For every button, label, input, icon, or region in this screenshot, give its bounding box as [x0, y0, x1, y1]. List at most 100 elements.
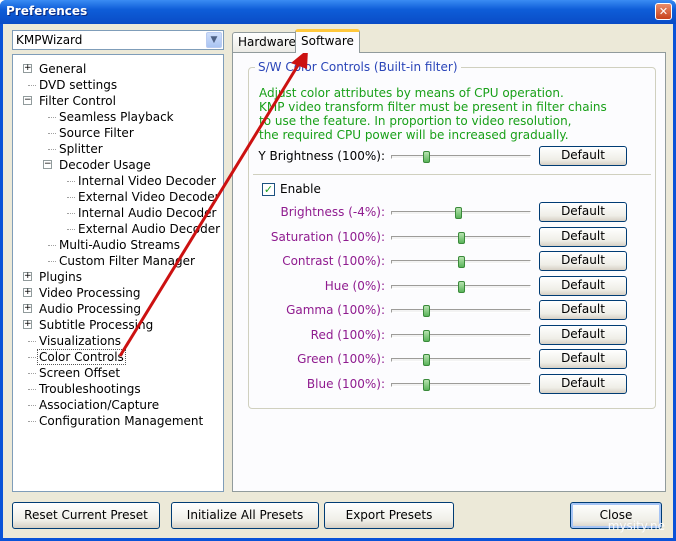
- y-brightness-slider-thumb[interactable]: [423, 151, 430, 163]
- tree-item[interactable]: Internal Video Decoder: [77, 174, 217, 188]
- color-slider-thumb[interactable]: [423, 329, 430, 342]
- tree-item[interactable]: Plugins: [38, 270, 83, 284]
- color-slider-label: Saturation (100%):: [270, 229, 385, 244]
- separator: [253, 174, 651, 175]
- expand-toggle-icon[interactable]: +: [23, 320, 32, 329]
- reset-current-preset-button[interactable]: Reset Current Preset: [12, 502, 160, 529]
- color-slider-label: Contrast (100%):: [282, 254, 385, 268]
- expand-toggle-icon[interactable]: +: [23, 304, 32, 313]
- default-button[interactable]: Default: [539, 324, 627, 345]
- tree-item[interactable]: Subtitle Processing: [38, 318, 154, 332]
- tree-item[interactable]: Screen Offset: [38, 366, 121, 380]
- color-slider-label: Red (100%):: [310, 327, 385, 342]
- color-slider-thumb[interactable]: [458, 231, 465, 244]
- color-slider-thumb[interactable]: [423, 378, 430, 391]
- tree-item[interactable]: General: [38, 62, 87, 76]
- color-slider-thumb[interactable]: [423, 354, 430, 366]
- tree-item[interactable]: Color Controls: [37, 349, 126, 365]
- tree-item[interactable]: Video Processing: [38, 286, 142, 300]
- expand-toggle-icon[interactable]: −: [23, 96, 32, 105]
- tree-connector: [48, 117, 56, 118]
- description-line: KMP video transform filter must be prese…: [259, 100, 607, 114]
- tree-connector: [67, 181, 75, 182]
- tree-item[interactable]: DVD settings: [38, 78, 118, 92]
- description-text: Adjust color attributes by means of CPU …: [259, 86, 607, 142]
- tree-item[interactable]: External Video Decoder: [77, 190, 221, 204]
- tree-item[interactable]: Troubleshootings: [38, 382, 142, 396]
- default-button[interactable]: Default: [539, 251, 627, 271]
- tree-item[interactable]: Custom Filter Manager: [58, 254, 196, 268]
- default-button[interactable]: Default: [539, 202, 627, 222]
- y-brightness-slider[interactable]: [391, 155, 531, 159]
- dialog-client: KMPWizard ▼ + General DVD settings − Filter …: [3, 24, 673, 538]
- tree-item[interactable]: External Audio Decoder: [77, 222, 221, 236]
- color-slider-label: Gamma (100%):: [286, 303, 385, 317]
- tree-item[interactable]: Configuration Management: [38, 414, 204, 428]
- color-slider-label: Green (100%):: [297, 352, 385, 366]
- tree-item[interactable]: Seamless Playback: [58, 110, 175, 124]
- tree-connector: [28, 421, 36, 422]
- tree-item[interactable]: Decoder Usage: [58, 158, 152, 172]
- tree-connector: [48, 149, 56, 150]
- title-bar[interactable]: Preferences ✕: [0, 0, 676, 24]
- color-slider-thumb[interactable]: [455, 207, 463, 219]
- expand-toggle-icon[interactable]: −: [43, 160, 52, 169]
- tab-hardware[interactable]: Hardware: [232, 32, 302, 52]
- default-button[interactable]: Default: [539, 226, 627, 247]
- tree-item[interactable]: Visualizations: [38, 334, 122, 348]
- color-slider[interactable]: [391, 382, 531, 387]
- tree-connector: [28, 373, 36, 374]
- preferences-window: Preferences ✕ KMPWizard ▼ + General DVD se…: [0, 0, 676, 541]
- color-controls-group: S/W Color Controls (Built-in filter) Adj…: [248, 60, 656, 409]
- tree-item[interactable]: Audio Processing: [38, 302, 142, 316]
- tree-item[interactable]: Association/Capture: [38, 398, 160, 412]
- tree-item[interactable]: Source Filter: [58, 126, 135, 140]
- tree-connector: [67, 213, 75, 214]
- settings-tree[interactable]: + General DVD settings − Filter Control Seaml…: [12, 54, 224, 492]
- color-slider-label: Brightness (-4%):: [280, 205, 385, 219]
- expand-toggle-icon[interactable]: +: [23, 64, 32, 73]
- watermark: mysity.ne: [607, 519, 665, 533]
- default-button[interactable]: Default: [539, 349, 627, 369]
- default-button[interactable]: Default: [539, 300, 627, 320]
- close-icon[interactable]: ✕: [655, 3, 672, 20]
- color-slider[interactable]: [391, 309, 531, 313]
- color-slider-label: Blue (100%):: [306, 376, 385, 391]
- tree-connector: [28, 85, 36, 86]
- tree-connector: [28, 341, 36, 342]
- color-slider-label: Hue (0%):: [324, 278, 385, 293]
- export-presets-button[interactable]: Export Presets: [324, 502, 454, 529]
- description-line: Adjust color attributes by means of CPU …: [259, 86, 564, 100]
- enable-checkbox[interactable]: ✓: [262, 183, 275, 196]
- software-tab-panel: S/W Color Controls (Built-in filter) Adj…: [232, 52, 666, 492]
- chevron-down-icon[interactable]: ▼: [206, 32, 222, 48]
- tree-item[interactable]: Multi-Audio Streams: [58, 238, 181, 252]
- initialize-all-presets-button[interactable]: Initialize All Presets: [171, 502, 319, 529]
- tree-connector: [67, 229, 75, 230]
- tab-software[interactable]: Software: [295, 29, 360, 53]
- tree-connector: [48, 261, 56, 262]
- tree-connector: [28, 357, 36, 358]
- description-line: to use the feature. In proportion to vid…: [259, 114, 572, 128]
- default-button[interactable]: Default: [539, 373, 627, 394]
- color-slider-thumb[interactable]: [423, 305, 430, 317]
- group-title: S/W Color Controls (Built-in filter): [255, 60, 461, 74]
- tree-connector: [48, 133, 56, 134]
- y-brightness-default-button[interactable]: Default: [539, 146, 627, 166]
- color-slider[interactable]: [391, 358, 531, 362]
- color-slider-thumb[interactable]: [458, 280, 465, 293]
- tree-connector: [48, 245, 56, 246]
- default-button[interactable]: Default: [539, 275, 627, 296]
- enable-label: Enable: [280, 182, 321, 196]
- tree-connector: [28, 389, 36, 390]
- color-slider[interactable]: [391, 333, 531, 338]
- tree-item[interactable]: Splitter: [58, 142, 104, 156]
- description-line: the required CPU power will be increased…: [259, 128, 569, 142]
- tree-item[interactable]: Filter Control: [38, 94, 117, 108]
- expand-toggle-icon[interactable]: +: [23, 272, 32, 281]
- tree-item[interactable]: Internal Audio Decoder: [77, 206, 217, 220]
- color-slider-thumb[interactable]: [458, 256, 465, 268]
- expand-toggle-icon[interactable]: +: [23, 288, 32, 297]
- preset-combo[interactable]: KMPWizard ▼: [12, 30, 224, 50]
- preset-value: KMPWizard: [16, 33, 83, 47]
